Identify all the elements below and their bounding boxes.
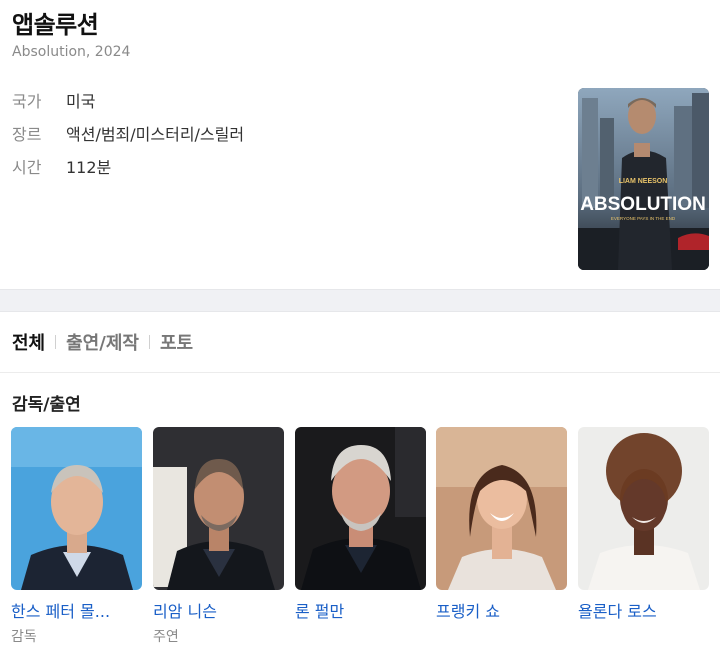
- tab-photos[interactable]: 포토: [160, 329, 193, 355]
- cast-role: [295, 626, 426, 644]
- info-row-runtime: 시간 112분: [12, 154, 111, 178]
- cast-name[interactable]: 한스 페터 몰...: [11, 598, 142, 622]
- tab-all[interactable]: 전체: [12, 329, 45, 355]
- poster-title-text: ABSOLUTION: [580, 194, 706, 215]
- info-value: 액션/범죄/미스터리/스릴러: [66, 125, 245, 144]
- tab-separator: [55, 335, 57, 349]
- cast-name[interactable]: 론 펄만: [295, 598, 426, 622]
- cast-name[interactable]: 프랭키 쇼: [436, 598, 567, 622]
- cast-role: [578, 626, 709, 644]
- cast-photo[interactable]: [153, 427, 284, 590]
- cast-name[interactable]: 욜론다 로스: [578, 598, 709, 622]
- cast-section-title: 감독/출연: [12, 395, 81, 415]
- tabs-underline: [0, 372, 720, 373]
- tab-cast-crew[interactable]: 출연/제작: [66, 329, 139, 355]
- cast-photo[interactable]: [578, 427, 709, 590]
- movie-subtitle: Absolution, 2024: [12, 44, 131, 60]
- info-value: 미국: [66, 92, 96, 111]
- tab-bar: 전체 출연/제작 포토: [12, 329, 193, 355]
- poster-tagline-text: EVERYONE PAYS IN THE END: [611, 216, 676, 221]
- section-divider: [0, 289, 720, 312]
- movie-poster[interactable]: LIAM NEESON ABSOLUTION EVERYONE PAYS IN …: [578, 88, 709, 270]
- poster-actor-text: LIAM NEESON: [619, 178, 668, 185]
- tab-separator: [148, 335, 150, 349]
- info-row-genre: 장르 액션/범죄/미스터리/스릴러: [12, 121, 244, 145]
- cast-role: [436, 626, 567, 644]
- cast-card-yolonda-ross[interactable]: 욜론다 로스: [578, 427, 709, 644]
- cast-photo[interactable]: [436, 427, 567, 590]
- cast-card-liam-neeson[interactable]: 리암 니슨 주연: [153, 427, 284, 645]
- info-label: 국가: [12, 92, 42, 111]
- cast-role: 감독: [11, 629, 37, 645]
- cast-card-ron-perlman[interactable]: 론 펄만: [295, 427, 426, 644]
- movie-title: 앱솔루션: [12, 11, 99, 39]
- info-value: 112분: [66, 158, 112, 177]
- cast-photo[interactable]: [295, 427, 426, 590]
- cast-role: 주연: [153, 629, 179, 645]
- cast-card-director[interactable]: 한스 페터 몰... 감독: [11, 427, 142, 645]
- info-label: 장르: [12, 125, 42, 144]
- info-row-country: 국가 미국: [12, 88, 95, 112]
- cast-card-frankie-shaw[interactable]: 프랭키 쇼: [436, 427, 567, 644]
- cast-name[interactable]: 리암 니슨: [153, 598, 284, 622]
- cast-photo[interactable]: [11, 427, 142, 590]
- info-label: 시간: [12, 158, 42, 177]
